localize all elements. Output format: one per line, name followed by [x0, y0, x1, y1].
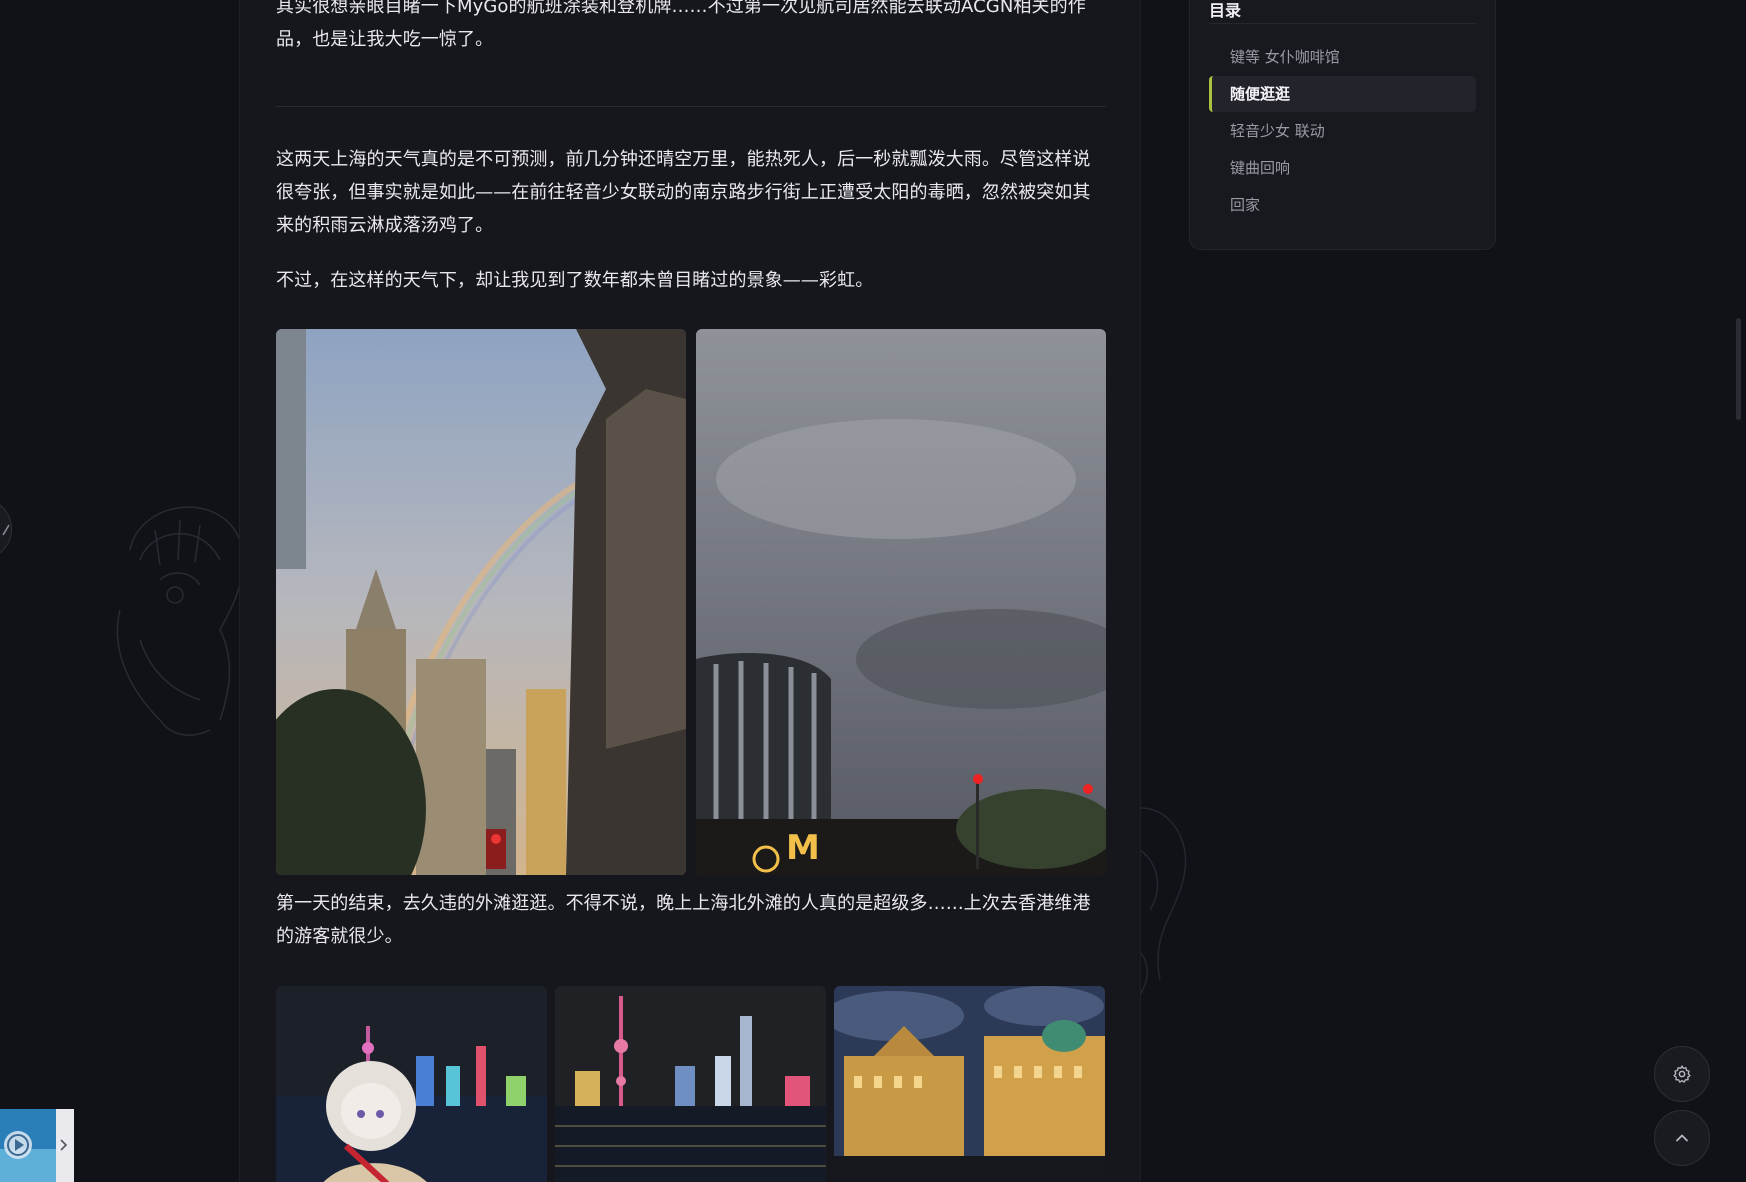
paragraph-bund: 第一天的结束，去久违的外滩逛逛。不得不说，晚上上海北外滩的人真的是超级多……上次… — [276, 893, 1091, 947]
chevron-up-icon — [1676, 1134, 1688, 1142]
settings-button[interactable] — [1654, 1046, 1710, 1102]
background-line-art — [116, 506, 244, 736]
scrollbar-thumb[interactable] — [1736, 318, 1741, 420]
toc-item-go-home[interactable]: 回家 — [1209, 187, 1476, 223]
svg-text:M: M — [786, 828, 820, 868]
rainbow-street-image — [276, 329, 686, 875]
left-edge-tab[interactable] — [0, 498, 12, 560]
toc-separator — [1209, 23, 1477, 24]
mini-music-player[interactable] — [0, 1109, 74, 1182]
photo-rainbow-street[interactable] — [276, 329, 686, 875]
pencil-icon — [2, 524, 10, 536]
bund-figure-image — [276, 986, 547, 1182]
gear-icon — [1673, 1065, 1691, 1083]
page: 其实很想亲眼目睹一下MyGo的航班涂装和登机牌……不过第一次见航司居然能去联动A… — [0, 0, 1746, 1182]
article-content: 其实很想亲眼目睹一下MyGo的航班涂装和登机牌……不过第一次见航司居然能去联动A… — [239, 0, 1141, 1182]
table-of-contents: 目录 键等 女仆咖啡馆 随便逛逛 轻音少女 联动 键曲回响 回家 — [1189, 0, 1496, 250]
toc-item-maid-cafe[interactable]: 键等 女仆咖啡馆 — [1209, 39, 1476, 75]
photo-cloudy-intersection[interactable]: M — [696, 329, 1106, 875]
photo-lujiazui-night[interactable] — [555, 986, 826, 1182]
photo-bund-buildings[interactable] — [834, 986, 1105, 1182]
toc-item-k-on-collab[interactable]: 轻音少女 联动 — [1209, 113, 1476, 149]
lujiazui-night-image — [555, 986, 826, 1182]
cloudy-intersection-image: M — [696, 329, 1106, 875]
chevron-right-icon[interactable] — [58, 1138, 70, 1152]
paragraph-rainbow: 不过，在这样的天气下，却让我见到了数年都未曾目睹过的景象——彩虹。 — [276, 270, 874, 291]
back-to-top-button[interactable] — [1654, 1110, 1710, 1166]
paragraph-weather: 这两天上海的天气真的是不可预测，前几分钟还晴空万里，能热死人，后一秒就瓢泼大雨。… — [276, 149, 1091, 236]
toc-title: 目录 — [1209, 1, 1242, 20]
paragraph-mygo: 其实很想亲眼目睹一下MyGo的航班涂装和登机牌……不过第一次见航司居然能去联动A… — [276, 0, 1086, 50]
photo-bund-figure[interactable] — [276, 986, 547, 1182]
toc-item-wander[interactable]: 随便逛逛 — [1209, 76, 1476, 112]
album-cover-image — [0, 1109, 56, 1182]
bund-buildings-image — [834, 986, 1105, 1182]
section-divider — [276, 106, 1106, 107]
toc-item-key-music[interactable]: 键曲回响 — [1209, 150, 1476, 186]
